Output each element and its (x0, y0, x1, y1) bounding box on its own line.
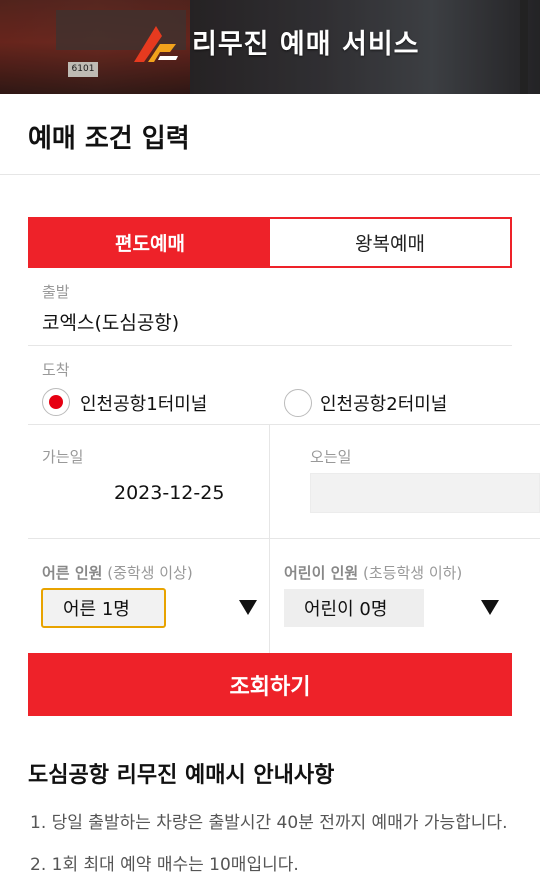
dropdown-arrow-icon[interactable] (481, 600, 499, 615)
header-banner: 6101 리무진 예매 서비스 (0, 0, 540, 94)
return-date-input[interactable] (310, 473, 540, 513)
tab-round-trip[interactable]: 왕복예매 (270, 219, 510, 266)
page-title: 예매 조건 입력 (28, 124, 190, 154)
arrival-label: 도착 (42, 361, 70, 379)
go-date-label: 가는일 (42, 448, 84, 466)
service-title: 리무진 예매 서비스 (192, 29, 420, 60)
terminal-2-label[interactable]: 인천공항2터미널 (320, 390, 447, 416)
notice-item: 1. 당일 출발하는 차량은 출발시간 40분 전까지 예매가 가능합니다. (30, 813, 508, 833)
adult-count-select[interactable]: 어른 1명 (41, 588, 166, 628)
divider (0, 174, 540, 175)
radio-terminal-2[interactable] (284, 389, 312, 417)
dropdown-arrow-icon[interactable] (239, 600, 257, 615)
terminal-1-label[interactable]: 인천공항1터미널 (80, 390, 207, 416)
adult-count-label: 어른 인원 (중학생 이상) (42, 564, 193, 582)
search-button[interactable]: 조회하기 (28, 653, 512, 716)
child-count-label: 어린이 인원 (초등학생 이하) (284, 564, 463, 582)
departure-label: 출발 (42, 283, 70, 301)
radio-terminal-1[interactable] (42, 388, 70, 416)
brand-logo-icon (134, 26, 178, 62)
go-date-value[interactable]: 2023-12-25 (114, 482, 224, 504)
notice-title: 도심공항 리무진 예매시 안내사항 (28, 763, 335, 788)
booking-type-tabs: 편도예매 왕복예매 (28, 217, 512, 268)
departure-value[interactable]: 코엑스(도심공항) (42, 308, 179, 335)
child-count-select[interactable]: 어린이 0명 (284, 589, 424, 627)
radio-selected-dot (49, 395, 63, 409)
return-date-label: 오는일 (310, 448, 352, 466)
tab-one-way[interactable]: 편도예매 (30, 219, 270, 266)
notice-item: 2. 1회 최대 예약 매수는 10매입니다. (30, 855, 299, 875)
